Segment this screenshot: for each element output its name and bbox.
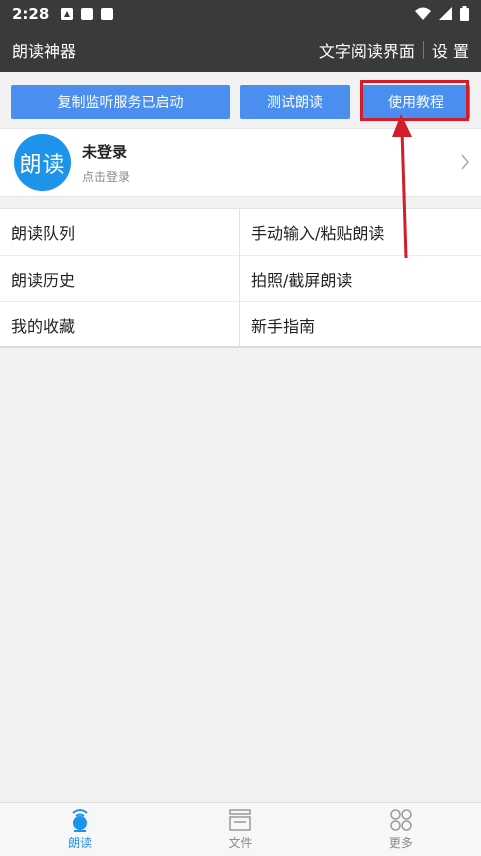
- file-icon: [229, 809, 252, 831]
- wifi-icon: [415, 7, 431, 20]
- nav-read-label: 朗读: [68, 836, 93, 850]
- login-prompt: 点击登录: [82, 169, 131, 184]
- menu-beginner-guide[interactable]: 新手指南: [240, 302, 481, 348]
- nav-file[interactable]: 文件: [160, 803, 320, 856]
- battery-icon: [460, 6, 469, 21]
- chevron-right-icon: [461, 154, 469, 170]
- bottom-nav: 朗读 文件 更多: [0, 802, 481, 856]
- settings-button[interactable]: 设 置: [432, 38, 469, 62]
- menu-read-queue[interactable]: 朗读队列: [0, 209, 240, 256]
- avatar: 朗读: [14, 134, 71, 191]
- reader-ui-button[interactable]: 文字阅读界面: [319, 38, 415, 62]
- read-icon: [72, 809, 88, 832]
- more-icon: [390, 809, 412, 831]
- test-read-button[interactable]: 测试朗读: [240, 85, 350, 119]
- signal-icon: [439, 7, 452, 20]
- profile-card[interactable]: 朗读 未登录 点击登录: [0, 128, 481, 197]
- menu-photo-read[interactable]: 拍照/截屏朗读: [240, 256, 481, 302]
- menu-grid: 朗读队列 手动输入/粘贴朗读 朗读历史 拍照/截屏朗读 我的收藏 新手指南: [0, 208, 481, 348]
- menu-favorites[interactable]: 我的收藏: [0, 302, 240, 348]
- status-bar: 2:28: [0, 0, 481, 27]
- app-bar: 朗读神器 文字阅读界面 设 置: [0, 27, 481, 72]
- profile-name: 未登录: [82, 142, 128, 161]
- action-button-row: 复制监听服务已启动 测试朗读 使用教程: [11, 85, 471, 119]
- notification-icon: [81, 7, 94, 20]
- menu-manual-input[interactable]: 手动输入/粘贴朗读: [240, 209, 481, 256]
- status-time: 2:28: [12, 4, 50, 23]
- nav-read[interactable]: 朗读: [0, 803, 160, 856]
- menu-read-history[interactable]: 朗读历史: [0, 256, 240, 302]
- notification-icon: [61, 7, 74, 20]
- notification-icon: [101, 7, 114, 20]
- copy-monitor-button[interactable]: 复制监听服务已启动: [11, 85, 230, 119]
- nav-file-label: 文件: [228, 836, 253, 850]
- nav-more[interactable]: 更多: [321, 803, 481, 856]
- app-title: 朗读神器: [12, 41, 77, 61]
- tutorial-button[interactable]: 使用教程: [362, 85, 470, 119]
- divider: [422, 40, 424, 59]
- nav-more-label: 更多: [388, 836, 413, 850]
